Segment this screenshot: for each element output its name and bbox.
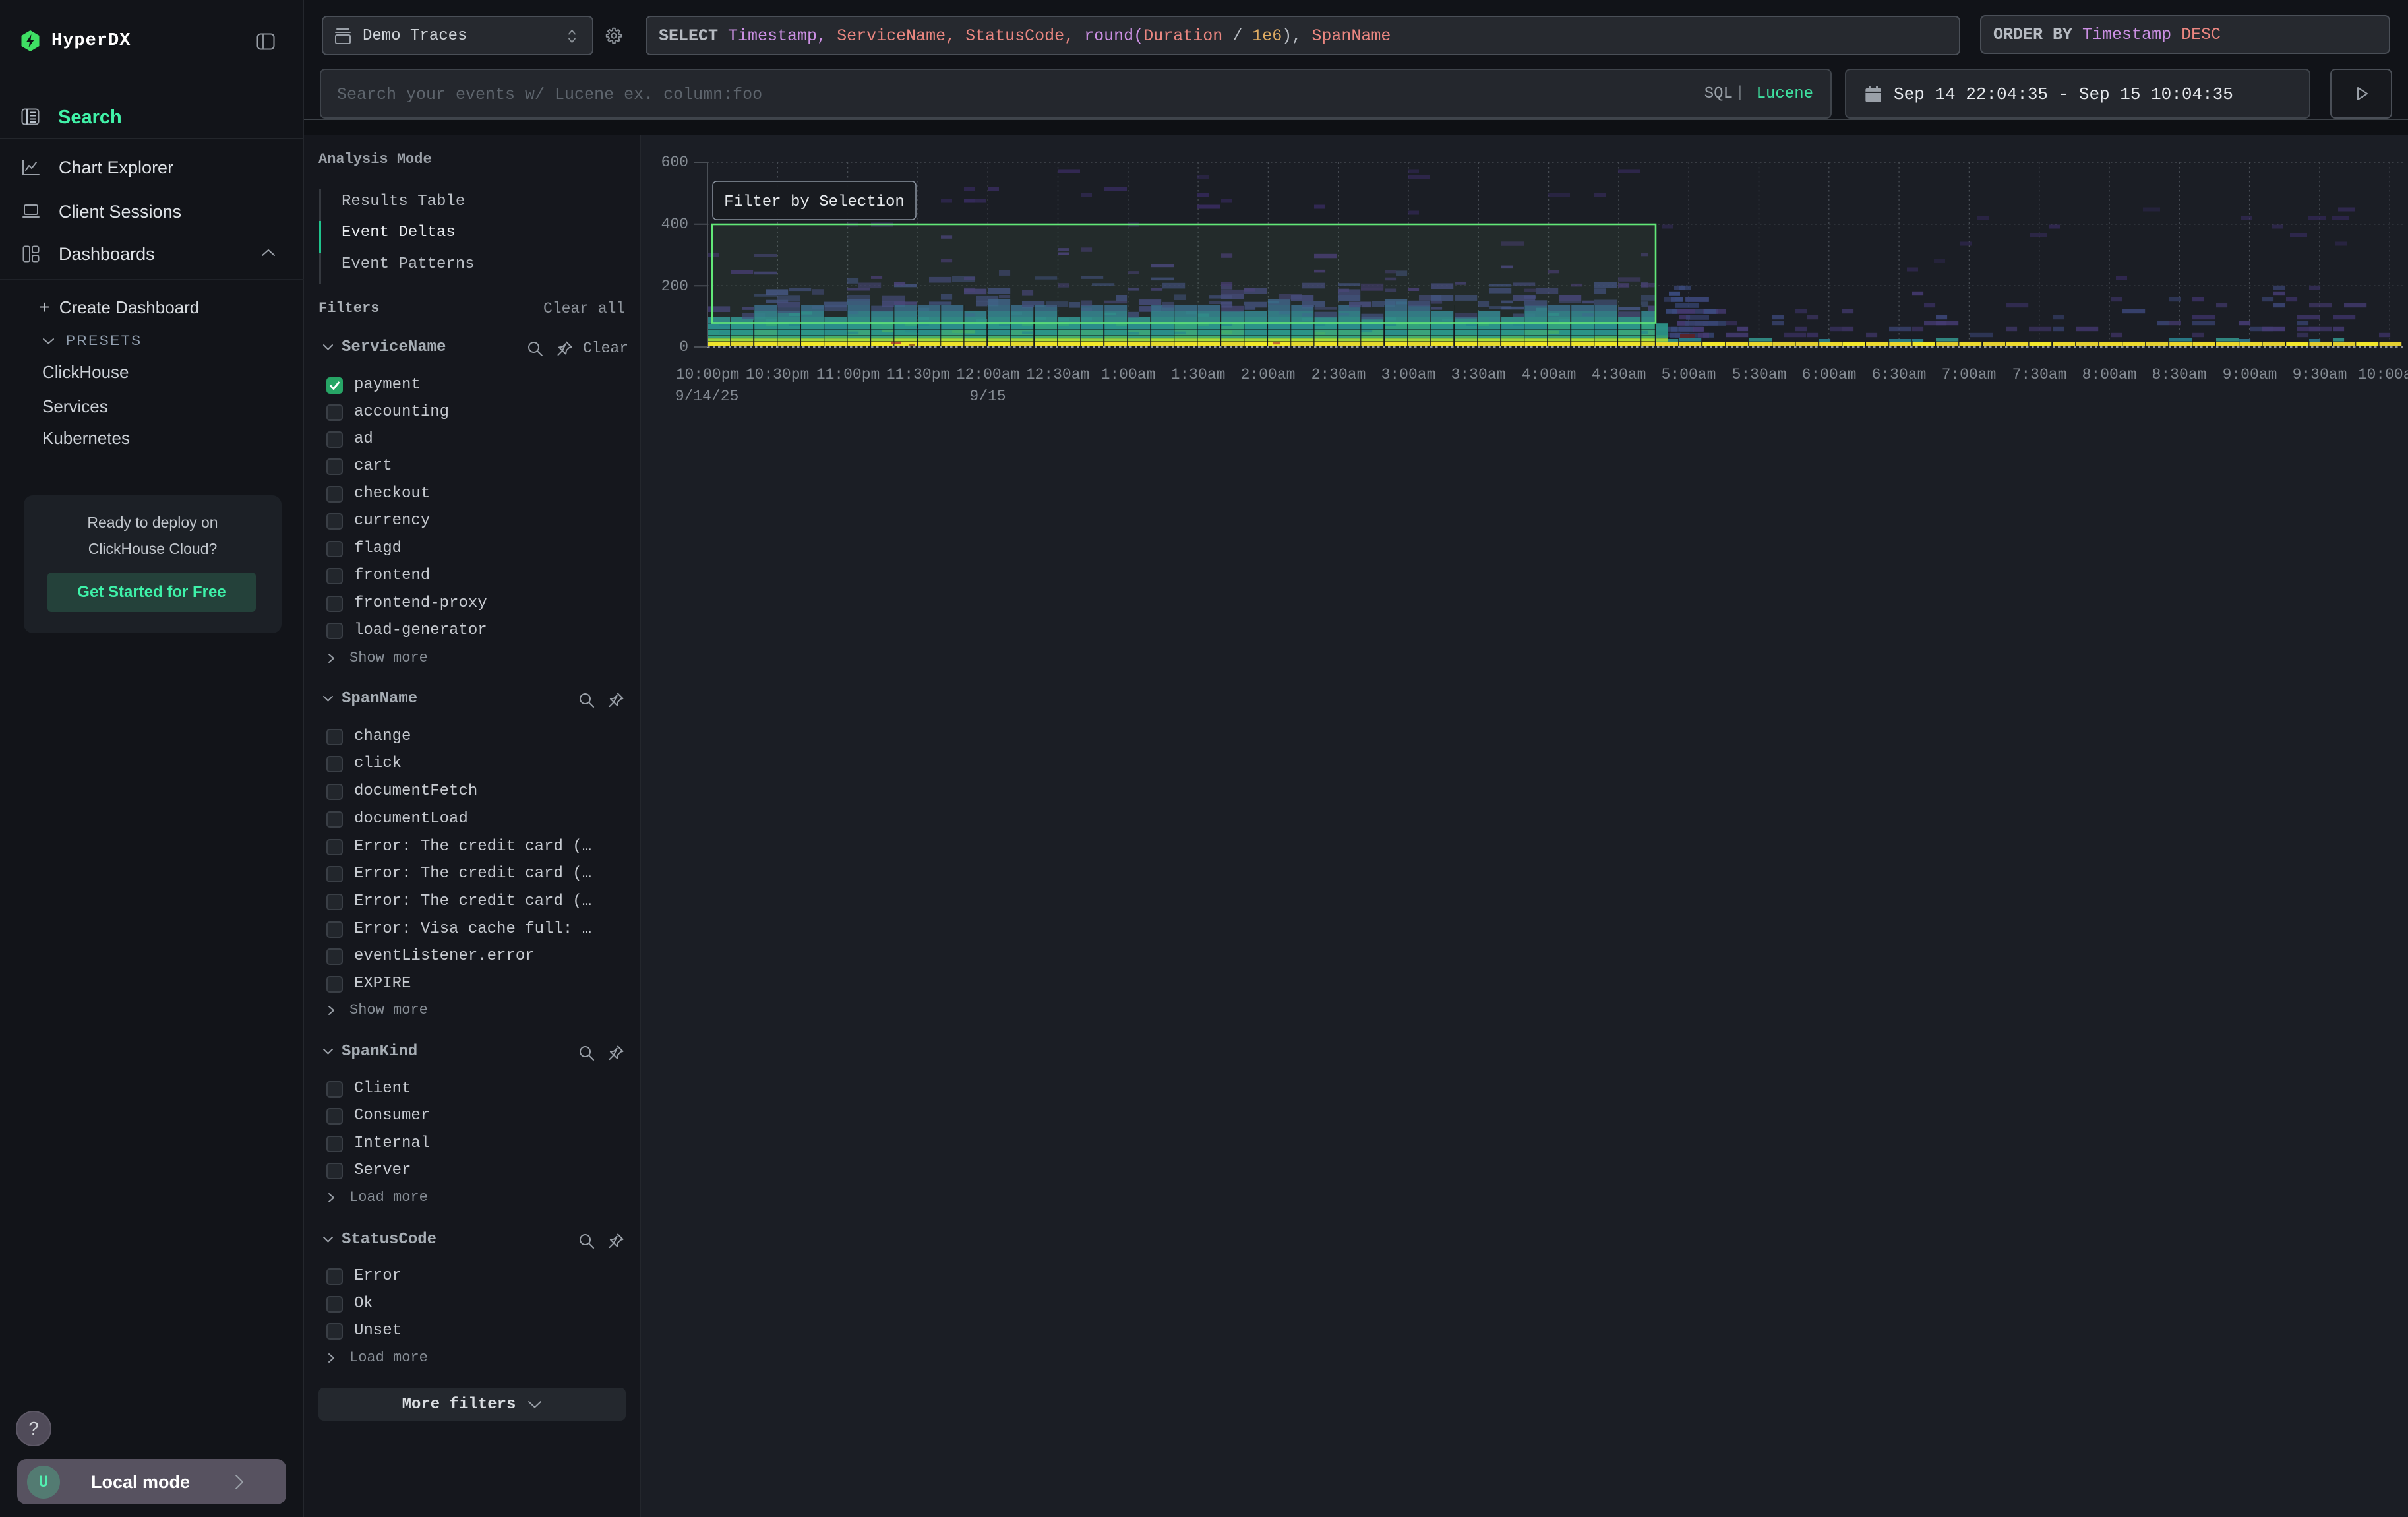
svg-text:10:00pm: 10:00pm (676, 366, 740, 383)
svg-text:10:00am: 10:00am (2358, 366, 2408, 383)
svg-text:9/15: 9/15 (969, 388, 1006, 405)
svg-text:12:30am: 12:30am (1026, 366, 1090, 383)
svg-text:Filter by Selection: Filter by Selection (724, 193, 905, 211)
svg-text:11:30pm: 11:30pm (886, 366, 950, 383)
svg-text:8:00am: 8:00am (2082, 366, 2137, 383)
svg-text:6:00am: 6:00am (1802, 366, 1857, 383)
svg-text:1:00am: 1:00am (1101, 366, 1156, 383)
svg-text:0: 0 (679, 338, 688, 356)
svg-text:5:00am: 5:00am (1662, 366, 1716, 383)
svg-text:200: 200 (661, 278, 688, 295)
svg-text:10:30pm: 10:30pm (746, 366, 810, 383)
svg-text:400: 400 (661, 216, 688, 233)
svg-text:4:30am: 4:30am (1592, 366, 1646, 383)
svg-text:1:30am: 1:30am (1171, 366, 1226, 383)
svg-text:3:30am: 3:30am (1451, 366, 1506, 383)
svg-text:7:30am: 7:30am (2012, 366, 2067, 383)
svg-text:4:00am: 4:00am (1522, 366, 1577, 383)
svg-text:3:00am: 3:00am (1381, 366, 1436, 383)
svg-text:9:30am: 9:30am (2293, 366, 2347, 383)
svg-text:8:30am: 8:30am (2152, 366, 2207, 383)
svg-text:2:30am: 2:30am (1311, 366, 1366, 383)
svg-text:7:00am: 7:00am (1942, 366, 1997, 383)
svg-text:600: 600 (661, 154, 688, 171)
svg-text:5:30am: 5:30am (1732, 366, 1787, 383)
svg-text:11:00pm: 11:00pm (816, 366, 880, 383)
svg-text:9:00am: 9:00am (2223, 366, 2277, 383)
svg-text:9/14/25: 9/14/25 (675, 388, 739, 405)
svg-text:6:30am: 6:30am (1872, 366, 1927, 383)
svg-text:2:00am: 2:00am (1241, 366, 1296, 383)
svg-text:12:00am: 12:00am (956, 366, 1020, 383)
